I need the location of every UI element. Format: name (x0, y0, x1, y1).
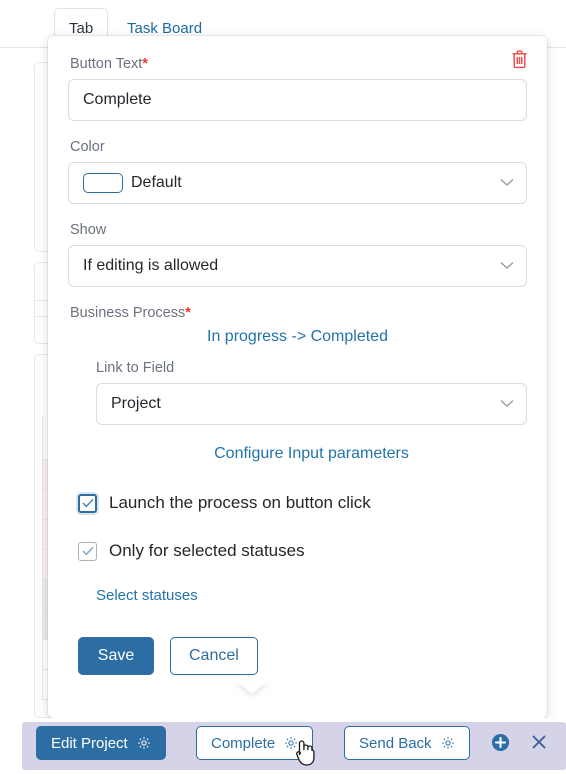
gear-icon[interactable] (284, 736, 298, 750)
complete-label: Complete (211, 734, 276, 752)
delete-button[interactable] (507, 50, 531, 74)
save-button-label: Save (97, 647, 135, 664)
business-process-value-link[interactable]: In progress -> Completed (68, 328, 527, 346)
cancel-button-label: Cancel (189, 647, 239, 664)
gear-icon[interactable] (441, 736, 455, 750)
link-to-field-label: Link to Field (96, 360, 175, 376)
edit-project-label: Edit Project (51, 734, 128, 752)
show-value: If editing is allowed (83, 257, 219, 274)
tab-task-board-label: Task Board (127, 20, 203, 37)
checkbox-launch-process-label: Launch the process on button click (109, 493, 371, 512)
chevron-down-icon (500, 178, 514, 187)
action-bar: Edit Project Complete Send Back (0, 718, 566, 774)
checkbox-launch-process-box[interactable] (78, 493, 97, 513)
popup-tail (236, 680, 268, 694)
show-select[interactable]: If editing is allowed (68, 245, 527, 287)
save-button[interactable]: Save (78, 637, 154, 675)
tab-tab-label: Tab (69, 20, 94, 37)
checkbox-only-selected-statuses-label: Only for selected statuses (109, 541, 305, 560)
business-process-label-text: Business Process (70, 305, 186, 321)
cancel-button[interactable]: Cancel (170, 637, 258, 675)
app-screen: Tab Task Board Button Text* Complete Col… (0, 0, 566, 774)
plus-circle-icon (491, 733, 510, 756)
popup-footer-buttons: Save Cancel (78, 637, 527, 675)
button-text-required-marker: * (142, 56, 148, 72)
send-back-label: Send Back (359, 734, 432, 752)
business-process-label: Business Process* (70, 305, 527, 321)
add-button[interactable] (491, 733, 510, 752)
gear-icon[interactable] (137, 736, 151, 750)
popup-body: Button Text* Complete Color Default Show (48, 36, 547, 718)
color-select[interactable]: Default (68, 162, 527, 204)
select-statuses-link[interactable]: Select statuses (96, 587, 198, 604)
chevron-down-icon (500, 261, 514, 270)
close-button[interactable] (529, 732, 549, 752)
checkbox-only-selected-statuses-box[interactable] (78, 541, 97, 561)
button-text-input[interactable]: Complete (68, 79, 527, 121)
button-settings-popup: Button Text* Complete Color Default Show (48, 36, 547, 718)
link-to-field-select[interactable]: Project (96, 383, 527, 425)
configure-input-parameters-link[interactable]: Configure Input parameters (96, 445, 527, 463)
color-swatch (83, 173, 123, 193)
color-value: Default (131, 174, 182, 191)
edit-project-button[interactable]: Edit Project (36, 726, 166, 760)
close-icon (529, 735, 549, 756)
show-label: Show (70, 222, 107, 238)
trash-icon (511, 50, 528, 74)
button-text-label-text: Button Text (70, 56, 143, 72)
button-text-label: Button Text* (70, 56, 527, 72)
checkbox-only-selected-statuses[interactable]: Only for selected statuses (78, 541, 527, 561)
chevron-down-icon (500, 399, 514, 408)
link-to-field-value: Project (111, 395, 161, 412)
button-text-value: Complete (83, 91, 152, 108)
complete-button[interactable]: Complete (196, 726, 314, 760)
business-process-required-marker: * (185, 305, 191, 321)
color-label: Color (70, 139, 105, 155)
send-back-button[interactable]: Send Back (344, 726, 470, 760)
checkbox-launch-process[interactable]: Launch the process on button click (78, 493, 527, 513)
